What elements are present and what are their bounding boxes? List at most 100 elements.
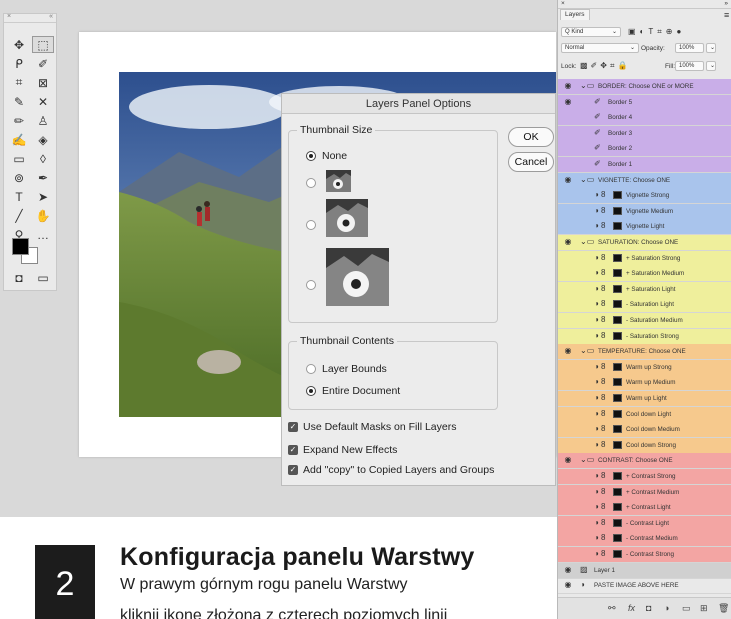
layer-mask-thumbnail[interactable] [613, 269, 622, 278]
fx-icon[interactable]: fx [628, 603, 635, 613]
layer-mask-thumbnail[interactable] [613, 316, 622, 324]
layer-group-row[interactable]: ◉ ⌄▭ TEMPERATURE: Choose ONE [558, 344, 731, 361]
thumbnail-small-radio[interactable] [306, 178, 316, 188]
link-icon[interactable]: ⚯ [608, 603, 616, 614]
layer-mask-thumbnail[interactable] [613, 300, 622, 309]
marquee-tool-icon[interactable]: ⬚ [32, 36, 54, 53]
layer-mask-thumbnail[interactable] [613, 253, 622, 262]
add-copy-checkbox[interactable]: ✓ Add "copy" to Copied Layers and Groups [288, 464, 494, 476]
layer-row[interactable]: ◉ ◑ PASTE IMAGE ABOVE HERE [558, 578, 731, 595]
layer-row[interactable]: ◑ 8 - Saturation Strong [558, 328, 731, 345]
layer-row[interactable]: ◑ 8 Vignette Medium [558, 203, 731, 220]
folder-icon[interactable]: ▭ [682, 603, 691, 614]
layer-row[interactable]: ◑ 8 + Contrast Strong [558, 469, 731, 485]
line-tool-icon[interactable]: ╱ [8, 207, 30, 224]
layer-mask-thumbnail[interactable] [613, 331, 622, 340]
mask-icon[interactable]: ◘ [646, 603, 651, 613]
layer-bounds-radio[interactable]: Layer Bounds [306, 363, 387, 375]
history-brush-icon[interactable]: ✍ [8, 131, 30, 148]
layer-mask-thumbnail[interactable] [613, 440, 622, 449]
use-default-masks-checkbox[interactable]: ✓ Use Default Masks on Fill Layers [288, 421, 456, 433]
panel-menu-icon[interactable]: ≡ [724, 10, 729, 20]
layer-row[interactable]: ✐ Border 1 [558, 157, 731, 173]
layer-row[interactable]: ◑ 8 - Contrast Light [558, 515, 731, 532]
visibility-eye-icon[interactable]: ◉ [562, 455, 574, 464]
cancel-button[interactable]: Cancel [508, 152, 554, 172]
layer-row[interactable]: ◉ ▨ Layer 1 [558, 562, 731, 579]
expand-new-effects-checkbox[interactable]: ✓ Expand New Effects [288, 444, 397, 456]
lock-icons[interactable]: ▩✐✥⌗🔒 [580, 61, 630, 71]
layer-row[interactable]: ◑ 8 Cool down Light [558, 406, 731, 423]
visibility-eye-icon[interactable]: ◉ [562, 237, 574, 246]
layer-mask-thumbnail[interactable] [613, 222, 622, 231]
quick-select-tool-icon[interactable]: ✐ [32, 55, 54, 72]
layer-row[interactable]: ◑ 8 Vignette Light [558, 219, 731, 236]
layer-row[interactable]: ✐ Border 2 [558, 141, 731, 158]
opacity-field[interactable]: 100% [675, 43, 704, 53]
visibility-eye-icon[interactable]: ◉ [562, 565, 574, 574]
quick-mask-icon[interactable]: ◘ [8, 269, 30, 286]
layer-mask-thumbnail[interactable] [613, 191, 622, 200]
fill-field[interactable]: 100% [675, 61, 704, 71]
filter-icons[interactable]: ▣◐T⌗⊕● [628, 27, 685, 37]
crop-tool-icon[interactable]: ⌗ [8, 74, 30, 91]
screen-mode-icon[interactable]: ▭ [32, 269, 54, 286]
layer-row[interactable]: ◑ 8 + Contrast Medium [558, 484, 731, 501]
layer-row[interactable]: ◑ 8 Warm up Light [558, 391, 731, 407]
collapse-icon[interactable]: « [49, 13, 53, 20]
layer-row[interactable]: ◑ 8 Vignette Strong [558, 188, 731, 205]
layer-row[interactable]: ◑ 8 + Contrast Light [558, 500, 731, 517]
layer-mask-thumbnail[interactable] [613, 394, 622, 402]
layer-row[interactable]: ◑ 8 Cool down Strong [558, 437, 731, 454]
lasso-tool-icon[interactable]: ᑭ [8, 55, 30, 72]
layer-row[interactable]: ◑ 8 + Saturation Medium [558, 266, 731, 283]
layer-mask-thumbnail[interactable] [613, 503, 622, 512]
layer-row[interactable]: ◑ 8 - Contrast Medium [558, 531, 731, 548]
entire-document-radio[interactable]: Entire Document [306, 385, 400, 397]
layer-row[interactable]: ◑ 8 Warm up Medium [558, 375, 731, 392]
move-tool-icon[interactable]: ✥ [8, 36, 30, 53]
gradient-tool-icon[interactable]: ▭ [8, 150, 30, 167]
layer-group-row[interactable]: ◉ ⌄▭ BORDER: Choose ONE or MORE [558, 79, 731, 95]
layer-row[interactable]: ◉ ✐ Border 5 [558, 94, 731, 111]
layer-group-row[interactable]: ◉ ⌄▭ VIGNETTE: Choose ONE [558, 172, 731, 189]
type-tool-icon[interactable]: T [8, 188, 30, 205]
dodge-tool-icon[interactable]: ⊚ [8, 169, 30, 186]
layer-row[interactable]: ◑ 8 Cool down Medium [558, 422, 731, 439]
layer-mask-thumbnail[interactable] [613, 472, 622, 480]
frame-tool-icon[interactable]: ⊠ [32, 74, 54, 91]
foreground-color-swatch[interactable] [12, 238, 29, 255]
folder-icon[interactable]: ⌄▭ [580, 455, 594, 464]
layer-row[interactable]: ◑ 8 + Saturation Strong [558, 250, 731, 267]
trash-icon[interactable]: 🗑 [718, 603, 729, 614]
visibility-eye-icon[interactable]: ◉ [562, 97, 574, 106]
visibility-eye-icon[interactable]: ◉ [562, 580, 574, 589]
fill-dropdown[interactable]: ⌄ [706, 61, 716, 71]
ok-button[interactable]: OK [508, 127, 554, 147]
visibility-eye-icon[interactable]: ◉ [562, 81, 574, 90]
layer-mask-thumbnail[interactable] [613, 518, 622, 527]
layer-mask-thumbnail[interactable] [613, 550, 622, 558]
color-swatches[interactable] [12, 238, 38, 268]
eraser-tool-icon[interactable]: ◈ [32, 131, 54, 148]
eyedropper-tool-icon[interactable]: ✎ [8, 93, 30, 110]
tab-layers[interactable]: Layers [560, 9, 590, 20]
pen-tool-icon[interactable]: ✒ [32, 169, 54, 186]
blur-tool-icon[interactable]: ◊ [32, 150, 54, 167]
hand-tool-icon[interactable]: ✋ [32, 207, 54, 224]
path-select-tool-icon[interactable]: ➤ [32, 188, 54, 205]
layer-row[interactable]: ◑ 8 - Saturation Light [558, 297, 731, 314]
folder-icon[interactable]: ⌄▭ [580, 81, 594, 90]
layer-mask-thumbnail[interactable] [613, 284, 622, 293]
layer-row[interactable]: ◑ 8 Warm up Strong [558, 359, 731, 376]
thumbnail-large-radio[interactable] [306, 280, 316, 290]
new-layer-icon[interactable]: ⊞ [700, 603, 708, 614]
layer-group-row[interactable]: ◉ ⌄▭ CONTRAST: Choose ONE [558, 453, 731, 470]
close-icon[interactable]: × [7, 13, 11, 20]
filter-kind-select[interactable]: Q Kind ⌄ [561, 27, 621, 37]
layer-mask-thumbnail[interactable] [613, 378, 622, 387]
layer-mask-thumbnail[interactable] [613, 206, 622, 215]
folder-icon[interactable]: ⌄▭ [580, 175, 594, 184]
layer-group-row[interactable]: ◉ ⌄▭ SATURATION: Choose ONE [558, 235, 731, 251]
folder-icon[interactable]: ⌄▭ [580, 237, 594, 246]
